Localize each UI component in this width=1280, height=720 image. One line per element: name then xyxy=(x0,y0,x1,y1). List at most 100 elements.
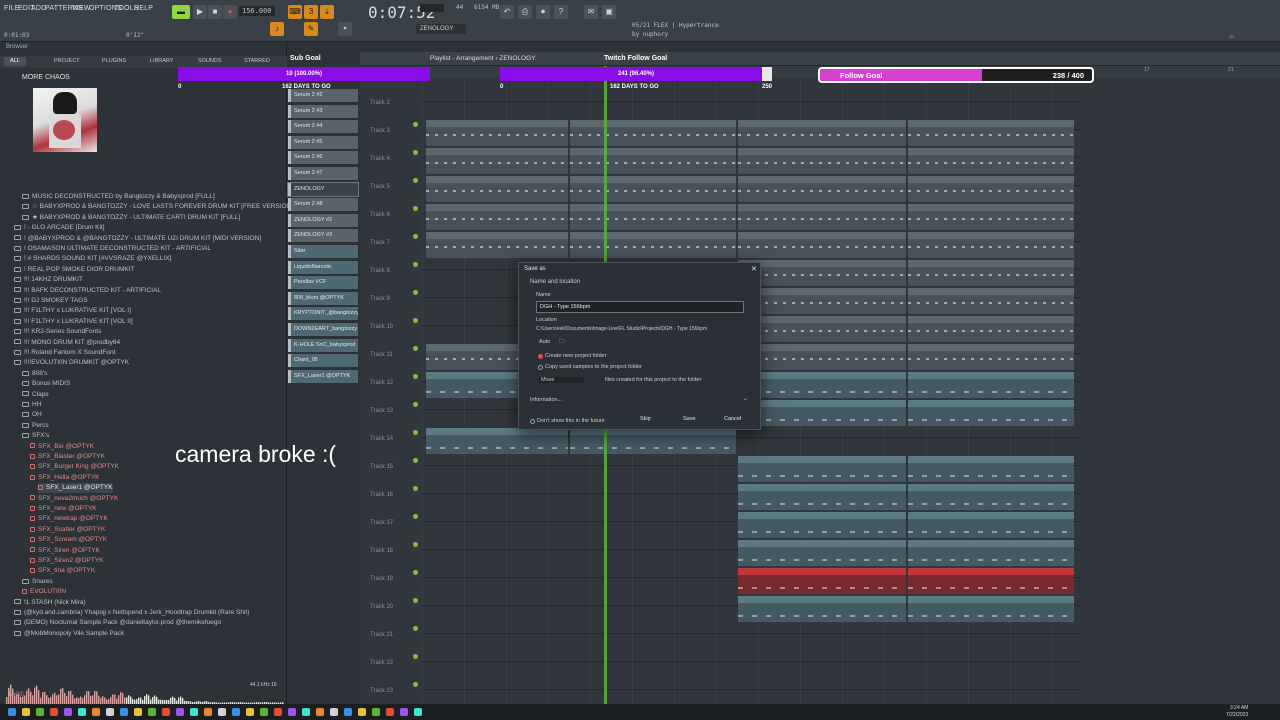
browser-folder[interactable]: @MobMonopoly Vile Sample Pack xyxy=(14,629,124,639)
track-label[interactable]: Track 8 xyxy=(370,268,390,274)
track-enable-led[interactable] xyxy=(413,290,418,295)
taskbar-app-icon[interactable] xyxy=(106,708,114,716)
track-label[interactable]: Track 18 xyxy=(370,548,393,554)
track-label[interactable]: Track 10 xyxy=(370,324,393,330)
playlist-clip[interactable]: Serum 2 #8 xyxy=(908,288,1074,314)
tab-starred[interactable]: STARRED xyxy=(244,58,270,64)
browser-file[interactable]: SFX_Siren @OPTYK xyxy=(30,546,100,556)
tempo-display[interactable]: 156.000 xyxy=(239,6,275,16)
browser-folder[interactable]: OH xyxy=(22,410,42,420)
folder-icon[interactable]: 🗀 xyxy=(559,338,565,347)
taskbar-app-icon[interactable] xyxy=(288,708,296,716)
browser-folder[interactable]: !!!!EVOLUTI0N DRUMKIT @OPTYK xyxy=(14,358,129,368)
browser-file[interactable]: SFX_Siren2 @OPTYK xyxy=(30,556,103,566)
undo-icon[interactable]: ↶ xyxy=(500,5,514,19)
playlist-clip[interactable]: Serum 2 #4 xyxy=(908,148,1074,174)
chevron-down-icon[interactable]: ⌄ xyxy=(743,396,748,402)
playlist-clip[interactable]: DOWN2EARTH Snare Main @bangtozzy xyxy=(738,512,906,538)
track-enable-led[interactable] xyxy=(413,458,418,463)
track-label[interactable]: Track 5 xyxy=(370,184,390,190)
picker-item[interactable]: Serum 2 #4 xyxy=(288,120,358,134)
dont-show-checkbox[interactable] xyxy=(530,419,535,424)
track-enable-led[interactable] xyxy=(413,206,418,211)
camera-icon[interactable]: ▣ xyxy=(602,5,616,19)
playlist-clip[interactable]: 808_blunt @OPTYK xyxy=(908,456,1074,482)
taskbar-app-icon[interactable] xyxy=(134,708,142,716)
record-button[interactable]: ● xyxy=(223,5,237,19)
playlist-clip[interactable]: SFX_Laser1 @OPTYK xyxy=(738,596,906,622)
picker-item[interactable]: ZENOLOGY xyxy=(287,181,359,197)
picker-item[interactable]: Serum 2 #6 xyxy=(288,151,358,165)
typing-keyboard-icon[interactable]: ⌨ xyxy=(288,5,302,19)
browser-folder[interactable]: !!! MONO DRUM KIT @prodby64 xyxy=(14,338,120,348)
countdown-icon[interactable]: 3 xyxy=(304,5,318,19)
playlist-clip[interactable]: ZENOLOGY xyxy=(908,260,1074,286)
playlist-clip[interactable]: Serum 2 #5 xyxy=(570,176,736,202)
picker-item[interactable]: ZENOLOGY #2 xyxy=(288,213,358,227)
taskbar-app-icon[interactable] xyxy=(204,708,212,716)
browser-folder[interactable]: !!! BAFK DECONSTRUCTED KIT - ARTIFICIAL xyxy=(14,286,161,296)
information-expander[interactable]: Information... xyxy=(530,397,562,403)
playlist-clip[interactable]: Serum 2 #6 xyxy=(908,204,1074,230)
browser-folder[interactable]: !!! F1LTHY x LUKRATIVE KIT [VOL II] xyxy=(14,317,133,327)
picker-item[interactable]: Parallax VCF xyxy=(288,276,358,290)
playlist-clip[interactable]: Chant_05 xyxy=(908,568,1074,594)
taskbar-app-icon[interactable] xyxy=(78,708,86,716)
browser-file[interactable]: SFX_Bio @OPTYK xyxy=(30,442,94,452)
taskbar-app-icon[interactable] xyxy=(8,708,16,716)
step-edit-icon[interactable]: ⤓ xyxy=(320,5,334,19)
track-enable-led[interactable] xyxy=(413,318,418,323)
taskbar-app-icon[interactable] xyxy=(190,708,198,716)
tab-all[interactable]: ALL xyxy=(4,57,26,66)
tab-sounds[interactable]: SOUNDS xyxy=(198,58,222,64)
playlist-clip[interactable]: SFX_Laser1 @OPTYK xyxy=(908,596,1074,622)
browser-file[interactable]: SFX_tina @OPTYK xyxy=(30,566,95,576)
playlist-clip[interactable]: Serum 2 #7 xyxy=(570,232,736,258)
playlist-clip[interactable]: ZENOLOGY #3 xyxy=(738,344,906,370)
move-select[interactable]: Move xyxy=(539,377,585,383)
browser-file[interactable]: EVOLUTI0N xyxy=(22,587,66,597)
playlist-clip[interactable]: Serum 2 #3 xyxy=(426,120,568,146)
browser-folder[interactable]: !!! F1LTHY x LUKRATIVE KIT [VOL I] xyxy=(14,306,131,316)
track-enable-led[interactable] xyxy=(413,682,418,687)
playlist-clip[interactable]: Serum 2 #6 xyxy=(426,204,568,230)
playlist-clip[interactable]: Sitar xyxy=(908,372,1074,398)
browser-folder[interactable]: ★ BABYXPROD & BANGTOZZY - ULTIMATE CARTI… xyxy=(22,213,240,223)
track-label[interactable]: Track 7 xyxy=(370,240,390,246)
track-enable-led[interactable] xyxy=(413,402,418,407)
track-enable-led[interactable] xyxy=(413,374,418,379)
browser-file[interactable]: SFX_Scream @OPTYK xyxy=(30,535,107,545)
track-label[interactable]: Track 17 xyxy=(370,520,393,526)
taskbar-app-icon[interactable] xyxy=(400,708,408,716)
track-label[interactable]: Track 4 xyxy=(370,156,390,162)
browser-folder[interactable]: HH xyxy=(22,400,41,410)
playlist-clip[interactable]: Serum 2 #7 xyxy=(908,232,1074,258)
browser-file[interactable]: SFX_new @OPTYK xyxy=(30,504,97,514)
track-enable-led[interactable] xyxy=(413,626,418,631)
track-enable-led[interactable] xyxy=(413,542,418,547)
stop-button[interactable]: ■ xyxy=(208,5,222,19)
mic-icon[interactable]: ⏺ xyxy=(536,5,550,19)
picker-item[interactable]: SFX_Laser1 @OPTYK xyxy=(288,369,358,383)
track-enable-led[interactable] xyxy=(413,150,418,155)
browser-folder[interactable]: Snares xyxy=(22,577,53,587)
picker-item[interactable]: Serum 2 #5 xyxy=(288,135,358,149)
browser-folder[interactable]: Claps xyxy=(22,390,49,400)
close-icon[interactable]: ✕ xyxy=(751,265,757,273)
playlist-clip[interactable]: DOWN2EARTH Snare Main @bangtozzy xyxy=(908,512,1074,538)
track-label[interactable]: Track 20 xyxy=(370,604,393,610)
taskbar-app-icon[interactable] xyxy=(232,708,240,716)
playlist-clip[interactable]: KRYPTONIT Hat @bangtozzy xyxy=(738,484,906,510)
window-maximize-icon[interactable]: ▭ xyxy=(1230,33,1234,40)
picker-item[interactable]: DOWN2EART_bangtozzy xyxy=(288,323,358,336)
browser-file[interactable]: SFX_Laser1 @OPTYK xyxy=(38,483,113,494)
playlist-clip[interactable]: Serum 2 #8 xyxy=(738,288,906,314)
chat-icon[interactable]: ✉ xyxy=(584,5,598,19)
browser-file[interactable]: SFX_newtrap @OPTYK xyxy=(30,514,108,524)
browser-folder[interactable]: Bonus MIDIS xyxy=(22,379,70,389)
taskbar-app-icon[interactable] xyxy=(372,708,380,716)
track-enable-led[interactable] xyxy=(413,234,418,239)
track-label[interactable]: Track 22 xyxy=(370,660,393,666)
metronome-icon[interactable]: ♪ xyxy=(270,22,284,36)
browser-folder[interactable]: ! OSAMASON ULTIMATE DECONSTRUCTED KIT - … xyxy=(14,244,211,254)
